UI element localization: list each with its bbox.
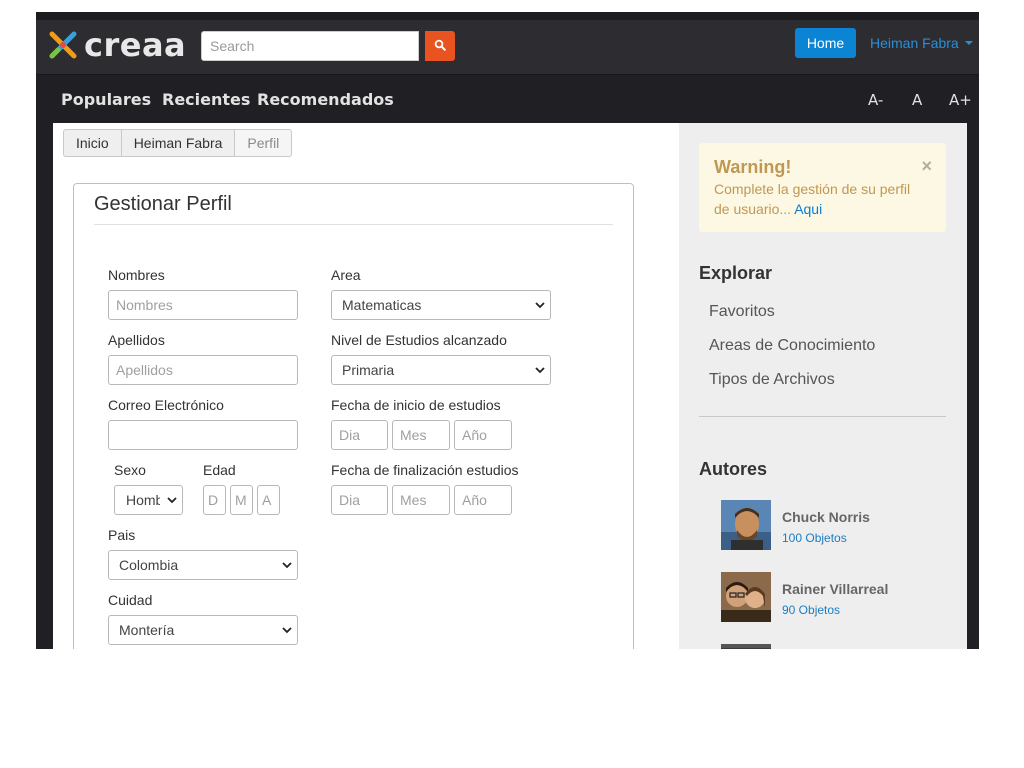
nombres-input[interactable] — [108, 290, 298, 320]
author-item[interactable]: Rainer Villarreal 90 Objetos — [721, 572, 941, 624]
chevron-down-icon — [167, 497, 177, 504]
home-button[interactable]: Home — [795, 28, 856, 58]
avatar — [721, 644, 771, 649]
apellidos-label: Apellidos — [108, 332, 165, 348]
author-count[interactable]: 100 Objetos — [782, 531, 847, 545]
edad-label: Edad — [203, 462, 236, 478]
chevron-down-icon — [535, 302, 545, 309]
search-icon — [434, 39, 446, 54]
author-count[interactable]: 90 Objetos — [782, 603, 840, 617]
sexo-value: Homb — [126, 492, 160, 508]
panel-title: Gestionar Perfil — [94, 193, 232, 215]
caret-down-icon — [964, 41, 973, 45]
nav-populares[interactable]: Populares — [61, 90, 151, 109]
font-reset-button[interactable]: A — [912, 91, 922, 109]
nivel-select[interactable]: Primaria — [331, 355, 551, 385]
pais-select[interactable]: Colombia — [108, 550, 298, 580]
ciudad-value: Montería — [119, 622, 175, 638]
area-label: Area — [331, 267, 361, 283]
creaa-logo-icon — [48, 30, 78, 60]
area-select[interactable]: Matematicas — [331, 290, 551, 320]
search-button[interactable] — [425, 31, 455, 61]
author-item[interactable]: Chuck Norris 100 Objetos — [721, 500, 941, 552]
explorar-areas[interactable]: Areas de Conocimiento — [709, 337, 875, 355]
fecha-inicio-anio-input[interactable] — [454, 420, 512, 450]
fecha-fin-mes-input[interactable] — [392, 485, 450, 515]
fecha-inicio-mes-input[interactable] — [392, 420, 450, 450]
category-nav: Populares Recientes Recomendados A- A A+ — [36, 75, 979, 123]
edad-mes-input[interactable] — [230, 485, 253, 515]
font-increase-button[interactable]: A+ — [949, 91, 972, 109]
sexo-label: Sexo — [114, 462, 146, 478]
nombres-label: Nombres — [108, 267, 165, 283]
edad-dia-input[interactable] — [203, 485, 226, 515]
profile-panel: Gestionar Perfil Nombres Apellidos Corre… — [73, 183, 634, 649]
close-icon[interactable]: × — [921, 156, 932, 177]
author-item[interactable] — [721, 644, 941, 649]
sidebar: Warning! × Complete la gestión de su per… — [679, 123, 967, 649]
chevron-down-icon — [282, 562, 292, 569]
correo-label: Correo Electrónico — [108, 397, 224, 413]
warning-alert: Warning! × Complete la gestión de su per… — [699, 143, 946, 232]
fecha-fin-dia-input[interactable] — [331, 485, 388, 515]
chevron-down-icon — [282, 627, 292, 634]
edad-anio-input[interactable] — [257, 485, 280, 515]
ciudad-select[interactable]: Montería — [108, 615, 298, 645]
nivel-value: Primaria — [342, 362, 395, 378]
nav-recientes[interactable]: Recientes — [162, 90, 250, 109]
explorar-tipos[interactable]: Tipos de Archivos — [709, 371, 835, 389]
correo-input[interactable] — [108, 420, 298, 450]
nivel-label: Nivel de Estudios alcanzado — [331, 332, 507, 348]
author-name: Chuck Norris — [782, 509, 870, 525]
breadcrumb-user[interactable]: Heiman Fabra — [120, 129, 235, 157]
sidebar-divider — [699, 416, 946, 417]
fecha-fin-anio-input[interactable] — [454, 485, 512, 515]
breadcrumb-perfil: Perfil — [234, 129, 293, 157]
warning-link[interactable]: Aqui — [794, 201, 822, 217]
app-frame: creaa Home Heiman Fabra Populares Recien… — [36, 12, 979, 649]
autores-heading: Autores — [699, 459, 768, 479]
nav-recomendados[interactable]: Recomendados — [257, 90, 394, 109]
fecha-inicio-label: Fecha de inicio de estudios — [331, 397, 501, 413]
pais-label: Pais — [108, 527, 136, 543]
avatar — [721, 500, 771, 550]
author-name: Rainer Villarreal — [782, 581, 889, 597]
apellidos-input[interactable] — [108, 355, 298, 385]
sexo-select[interactable]: Homb — [114, 485, 183, 515]
breadcrumb: Inicio Heiman Fabra Perfil — [63, 129, 293, 157]
ciudad-label: Cuidad — [108, 592, 153, 608]
brand-logo[interactable]: creaa — [48, 28, 186, 62]
explorar-heading: Explorar — [699, 263, 773, 283]
chevron-down-icon — [535, 367, 545, 374]
pais-value: Colombia — [119, 557, 179, 573]
warning-text: Complete la gestión de su perfil de usua… — [714, 179, 929, 219]
avatar — [721, 572, 771, 622]
brand-name: creaa — [84, 26, 187, 64]
user-name: Heiman Fabra — [870, 35, 959, 51]
panel-divider — [94, 224, 613, 225]
explorar-favoritos[interactable]: Favoritos — [709, 303, 775, 321]
search-input[interactable] — [201, 31, 419, 61]
main-content: Inicio Heiman Fabra Perfil Gestionar Per… — [53, 123, 679, 649]
breadcrumb-inicio[interactable]: Inicio — [63, 129, 121, 157]
area-value: Matematicas — [342, 297, 422, 313]
warning-title: Warning! — [714, 157, 792, 177]
fecha-fin-label: Fecha de finalización estudios — [331, 462, 519, 478]
fecha-inicio-dia-input[interactable] — [331, 420, 388, 450]
user-menu[interactable]: Heiman Fabra — [870, 35, 973, 51]
font-decrease-button[interactable]: A- — [868, 91, 883, 109]
top-navbar: creaa Home Heiman Fabra — [36, 12, 979, 75]
